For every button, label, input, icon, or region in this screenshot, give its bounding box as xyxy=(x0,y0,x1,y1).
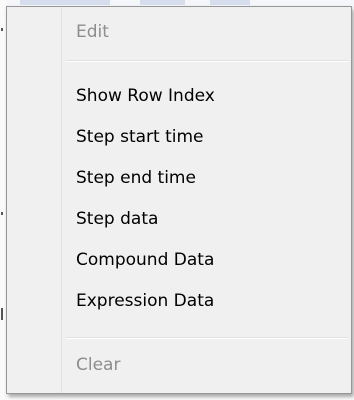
background-text-fragment xyxy=(140,0,185,5)
menu-item-expression-data[interactable]: Expression Data xyxy=(9,282,349,320)
menu-item-show-row-index[interactable]: Show Row Index xyxy=(9,77,349,115)
menu-item-step-end-time[interactable]: Step end time xyxy=(9,159,349,197)
menu-item-label: Step start time xyxy=(76,127,204,147)
context-menu: Edit Show Row Index Step start time Step… xyxy=(6,6,352,394)
background-mark xyxy=(1,28,3,31)
menu-item-label: Compound Data xyxy=(76,250,215,270)
menu-item-step-start-time[interactable]: Step start time xyxy=(9,118,349,156)
menu-item-clear[interactable]: Clear xyxy=(9,346,349,384)
background-mark xyxy=(1,308,3,320)
menu-item-label: Show Row Index xyxy=(76,86,215,106)
menu-item-label: Step end time xyxy=(76,168,196,188)
menu-item-step-data[interactable]: Step data xyxy=(9,200,349,238)
background-mark xyxy=(1,212,3,215)
menu-item-label: Edit xyxy=(76,22,109,42)
menu-item-edit[interactable]: Edit xyxy=(9,13,349,51)
menu-separator xyxy=(66,337,348,339)
menu-item-label: Clear xyxy=(76,355,121,375)
menu-item-compound-data[interactable]: Compound Data xyxy=(9,241,349,279)
menu-item-label: Step data xyxy=(76,209,159,229)
menu-separator xyxy=(66,60,348,62)
menu-item-label: Expression Data xyxy=(76,291,215,311)
background-text-fragment xyxy=(20,0,110,5)
background-text-fragment xyxy=(210,0,250,5)
